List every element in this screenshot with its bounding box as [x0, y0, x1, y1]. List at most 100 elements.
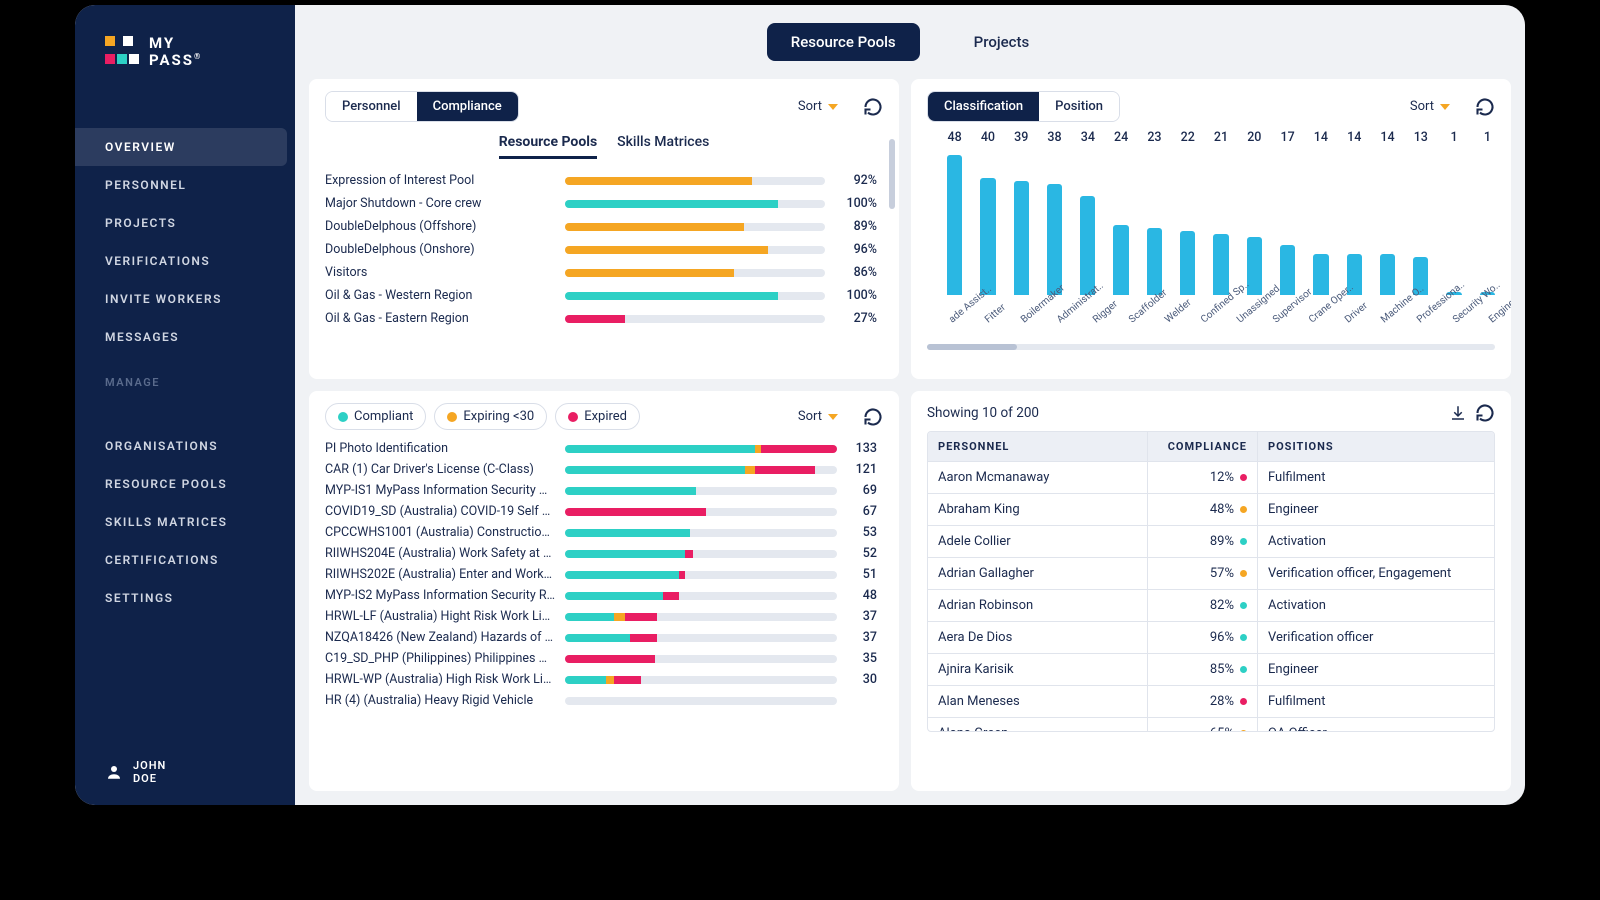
- cert-row[interactable]: HRWL-LF (Australia) Hight Risk Work Lice…: [325, 606, 877, 627]
- th-compliance[interactable]: COMPLIANCE: [1148, 432, 1258, 461]
- table-row[interactable]: Adrian Gallagher57%Verification officer,…: [928, 557, 1494, 589]
- table-row[interactable]: Abraham King48%Engineer: [928, 493, 1494, 525]
- table-row[interactable]: Adrian Robinson82%Activation: [928, 589, 1494, 621]
- chart-bar[interactable]: [1147, 228, 1162, 295]
- user-profile[interactable]: JOHN DOE: [75, 739, 295, 805]
- refresh-icon[interactable]: [863, 407, 883, 427]
- chart-bar[interactable]: [1313, 254, 1328, 295]
- table-row[interactable]: Aaron Mcmanaway12%Fulfilment: [928, 461, 1494, 493]
- main-area: Resource PoolsProjects PersonnelComplian…: [295, 5, 1525, 805]
- nav-item-personnel[interactable]: PERSONNEL: [75, 166, 295, 204]
- pool-row[interactable]: DoubleDelphous (Offshore)89%: [325, 215, 877, 238]
- cert-row[interactable]: CAR (1) Car Driver's License (C-Class)12…: [325, 459, 877, 480]
- top-tabs: Resource Pools Projects: [295, 5, 1525, 79]
- bar-chart: 48403938342423222120171414141311 ade Ass…: [927, 130, 1495, 340]
- sort-button[interactable]: Sort: [1401, 94, 1459, 119]
- pool-row[interactable]: Oil & Gas - Eastern Region27%: [325, 307, 877, 330]
- table-header: PERSONNEL COMPLIANCE POSITIONS: [928, 432, 1494, 461]
- refresh-icon[interactable]: [1475, 403, 1495, 423]
- top-tab-resource-pools[interactable]: Resource Pools: [767, 23, 920, 61]
- sub-tabs-pools: Resource Pools Skills Matrices: [325, 130, 883, 169]
- nav-item-skills-matrices[interactable]: SKILLS MATRICES: [75, 503, 295, 541]
- chart-scrollbar[interactable]: [927, 344, 1495, 350]
- chart-bar[interactable]: [947, 155, 962, 295]
- brand-text: MY PASS®: [149, 35, 202, 68]
- nav-item-settings[interactable]: SETTINGS: [75, 579, 295, 617]
- cert-row[interactable]: MYP-IS2 MyPass Information Security Re..…: [325, 585, 877, 606]
- chart-bar[interactable]: [1080, 196, 1095, 295]
- sub-tab-skills-matrices[interactable]: Skills Matrices: [617, 134, 709, 159]
- showing-text: Showing 10 of 200: [927, 405, 1039, 421]
- cert-row[interactable]: RIIWHS202E (Australia) Enter and Work in…: [325, 564, 877, 585]
- segmented-personnel-compliance: PersonnelCompliance: [325, 91, 519, 122]
- certification-list[interactable]: PI Photo Identification133CAR (1) Car Dr…: [325, 438, 883, 738]
- status-legend: CompliantExpiring <30Expired: [325, 403, 640, 430]
- chart-bar[interactable]: [980, 178, 995, 295]
- cert-row[interactable]: HR (4) (Australia) Heavy Rigid Vehicle: [325, 690, 877, 711]
- app-frame: MY PASS® OVERVIEWPERSONNELPROJECTSVERIFI…: [75, 5, 1525, 805]
- nav-item-messages[interactable]: MESSAGES: [75, 318, 295, 356]
- nav-item-invite-workers[interactable]: INVITE WORKERS: [75, 280, 295, 318]
- pool-row[interactable]: Oil & Gas - Western Region100%: [325, 284, 877, 307]
- table-row[interactable]: Ajnira Karisik85%Engineer: [928, 653, 1494, 685]
- table-row[interactable]: Alan Meneses28%Fulfilment: [928, 685, 1494, 717]
- cert-row[interactable]: CPCCWHS1001 (Australia) Construction Wo.…: [325, 522, 877, 543]
- nav-item-resource-pools[interactable]: RESOURCE POOLS: [75, 465, 295, 503]
- refresh-icon[interactable]: [1475, 97, 1495, 117]
- cert-row[interactable]: PI Photo Identification133: [325, 438, 877, 459]
- chart-bar[interactable]: [1180, 231, 1195, 295]
- nav-item-verifications[interactable]: VERIFICATIONS: [75, 242, 295, 280]
- cert-row[interactable]: COVID19_SD (Australia) COVID-19 Self Dec…: [325, 501, 877, 522]
- cert-row[interactable]: NZQA18426 (New Zealand) Hazards of a co.…: [325, 627, 877, 648]
- download-icon[interactable]: [1449, 404, 1467, 422]
- chart-bar[interactable]: [1380, 254, 1395, 295]
- table-row[interactable]: Adele Collier89%Activation: [928, 525, 1494, 557]
- table-body[interactable]: Aaron Mcmanaway12%FulfilmentAbraham King…: [928, 461, 1494, 731]
- top-tab-projects[interactable]: Projects: [950, 23, 1054, 61]
- panel-classification-chart: ClassificationPosition Sort 484039383424…: [911, 79, 1511, 379]
- nav-manage: ORGANISATIONSRESOURCE POOLSSKILLS MATRIC…: [75, 427, 295, 617]
- seg-position[interactable]: Position: [1039, 92, 1119, 121]
- seg-personnel[interactable]: Personnel: [326, 92, 417, 121]
- pool-row[interactable]: DoubleDelphous (Onshore)96%: [325, 238, 877, 261]
- chart-bar[interactable]: [1014, 181, 1029, 295]
- nav-main: OVERVIEWPERSONNELPROJECTSVERIFICATIONSIN…: [75, 128, 295, 356]
- nav-item-organisations[interactable]: ORGANISATIONS: [75, 427, 295, 465]
- cert-row[interactable]: C19_SD_PHP (Philippines) Philippines Cov…: [325, 648, 877, 669]
- table-row[interactable]: Aera De Dios96%Verification officer: [928, 621, 1494, 653]
- nav-item-overview[interactable]: OVERVIEW: [75, 128, 287, 166]
- sidebar: MY PASS® OVERVIEWPERSONNELPROJECTSVERIFI…: [75, 5, 295, 805]
- pool-list[interactable]: Expression of Interest Pool92%Major Shut…: [325, 169, 883, 364]
- th-positions[interactable]: POSITIONS: [1258, 432, 1494, 461]
- table-row[interactable]: Alana Green65%QA Officer: [928, 717, 1494, 731]
- pool-row[interactable]: Expression of Interest Pool92%: [325, 169, 877, 192]
- nav-item-projects[interactable]: PROJECTS: [75, 204, 295, 242]
- segmented-classification-position: ClassificationPosition: [927, 91, 1120, 122]
- seg-classification[interactable]: Classification: [928, 92, 1039, 121]
- pool-row[interactable]: Visitors86%: [325, 261, 877, 284]
- pool-row[interactable]: Major Shutdown - Core crew100%: [325, 192, 877, 215]
- personnel-table: PERSONNEL COMPLIANCE POSITIONS Aaron Mcm…: [927, 431, 1495, 732]
- logo-mark-icon: [105, 36, 137, 68]
- user-name-line2: DOE: [133, 772, 166, 785]
- nav-item-certifications[interactable]: CERTIFICATIONS: [75, 541, 295, 579]
- cert-row[interactable]: HRWL-WP (Australia) High Risk Work Licen…: [325, 669, 877, 690]
- sub-tab-resource-pools[interactable]: Resource Pools: [499, 134, 597, 159]
- seg-compliance[interactable]: Compliance: [417, 92, 518, 121]
- cert-row[interactable]: RIIWHS204E (Australia) Work Safety at He…: [325, 543, 877, 564]
- th-personnel[interactable]: PERSONNEL: [928, 432, 1148, 461]
- chart-bar[interactable]: [1113, 225, 1128, 295]
- chart-bar[interactable]: [1047, 184, 1062, 295]
- dashboard-grid: PersonnelCompliance Sort Resource Pools S…: [295, 79, 1525, 805]
- sort-button[interactable]: Sort: [789, 94, 847, 119]
- refresh-icon[interactable]: [863, 97, 883, 117]
- sort-button[interactable]: Sort: [789, 404, 847, 429]
- chevron-down-icon: [828, 104, 838, 110]
- chart-bar[interactable]: [1213, 234, 1228, 295]
- legend-expiring-30: Expiring <30: [434, 403, 547, 430]
- chart-bar[interactable]: [1280, 245, 1295, 295]
- legend-compliant: Compliant: [325, 403, 426, 430]
- user-icon: [105, 763, 123, 781]
- cert-row[interactable]: MYP-IS1 MyPass Information Security Awa.…: [325, 480, 877, 501]
- nav-section-manage: MANAGE: [75, 356, 295, 397]
